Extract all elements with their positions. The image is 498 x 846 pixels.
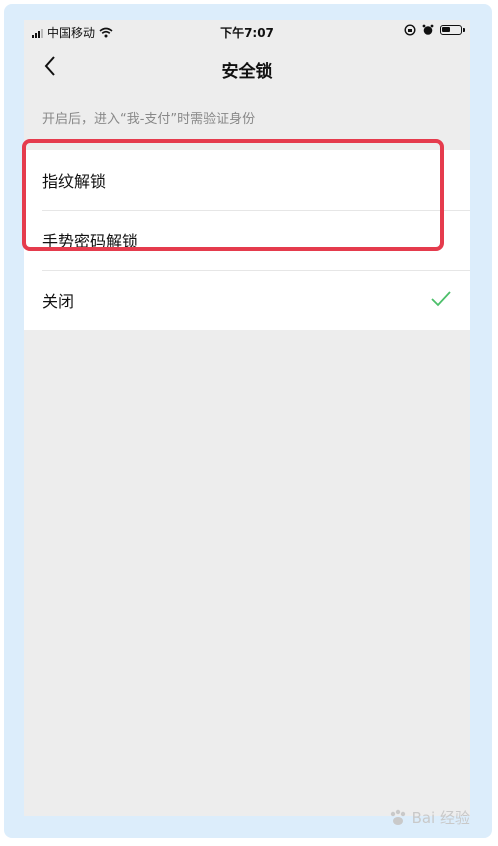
phone-screen: 中国移动 下午7:07 安全锁 开启后，进入“我-支付”时需验证身份 指纹解锁 … xyxy=(24,20,470,816)
baidu-paw-icon xyxy=(390,809,405,825)
baidu-watermark: Bai 经验 xyxy=(388,807,470,828)
rotation-lock-icon xyxy=(404,24,416,36)
option-fingerprint-unlock[interactable]: 指纹解锁 xyxy=(24,150,470,210)
status-right xyxy=(404,24,465,36)
option-label: 关闭 xyxy=(42,292,75,311)
battery-icon xyxy=(440,25,465,35)
nav-bar: 安全锁 xyxy=(24,44,470,90)
section-hint: 开启后，进入“我-支付”时需验证身份 xyxy=(42,112,256,127)
alarm-icon xyxy=(422,24,434,35)
status-bar: 中国移动 下午7:07 xyxy=(24,20,470,44)
page-title: 安全锁 xyxy=(221,62,273,82)
option-off[interactable]: 关闭 xyxy=(24,270,470,330)
watermark-text: Bai 经验 xyxy=(411,809,470,827)
option-label: 手势密码解锁 xyxy=(42,232,139,251)
checkmark-icon xyxy=(431,291,451,307)
battery-fill xyxy=(442,27,450,32)
lock-options-list: 指纹解锁 手势密码解锁 关闭 xyxy=(24,150,470,330)
option-gesture-password-unlock[interactable]: 手势密码解锁 xyxy=(24,210,470,270)
option-label: 指纹解锁 xyxy=(42,172,107,191)
